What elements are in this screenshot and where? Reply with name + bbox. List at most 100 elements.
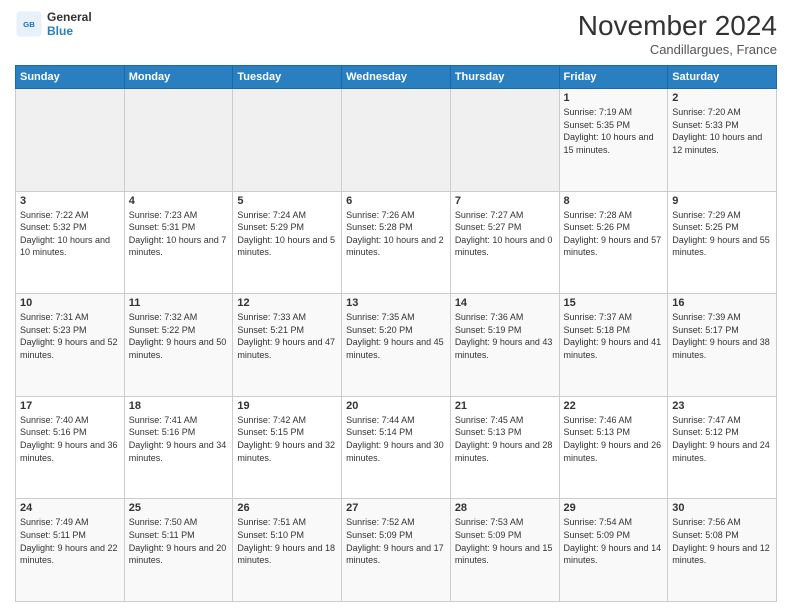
calendar-cell-w3-d3: 13 Sunrise: 7:35 AM Sunset: 5:20 PM Dayli… [342, 294, 451, 397]
day-info: Sunrise: 7:46 AM Sunset: 5:13 PM Dayligh… [564, 414, 664, 464]
day-number: 20 [346, 400, 446, 412]
day-number: 19 [237, 400, 337, 412]
day-number: 1 [564, 92, 664, 104]
header-sunday: Sunday [16, 66, 125, 89]
day-number: 25 [129, 502, 229, 514]
day-info: Sunrise: 7:26 AM Sunset: 5:28 PM Dayligh… [346, 209, 446, 259]
calendar-cell-w4-d1: 18Sunrise: 7:41 AM Sunset: 5:16 PM Dayli… [124, 396, 233, 499]
day-number: 22 [564, 400, 664, 412]
calendar-cell-w2-d5: 8Sunrise: 7:28 AM Sunset: 5:26 PM Daylig… [559, 191, 668, 294]
day-info: Sunrise: 7:19 AM Sunset: 5:35 PM Dayligh… [564, 106, 664, 156]
week-row-1: 1 Sunrise: 7:19 AM Sunset: 5:35 PM Daylig… [16, 89, 777, 192]
calendar-cell-w1-d5: 1 Sunrise: 7:19 AM Sunset: 5:35 PM Daylig… [559, 89, 668, 192]
calendar-cell-w5-d2: 26 Sunrise: 7:51 AM Sunset: 5:10 PM Dayli… [233, 499, 342, 602]
calendar-cell-w5-d5: 29Sunrise: 7:54 AM Sunset: 5:09 PM Dayli… [559, 499, 668, 602]
header-thursday: Thursday [450, 66, 559, 89]
calendar-cell-w5-d6: 30 Sunrise: 7:56 AM Sunset: 5:08 PM Dayli… [668, 499, 777, 602]
day-number: 27 [346, 502, 446, 514]
day-info: Sunrise: 7:45 AM Sunset: 5:13 PM Dayligh… [455, 414, 555, 464]
calendar-cell-w1-d0 [16, 89, 125, 192]
day-number: 5 [237, 195, 337, 207]
calendar-cell-w4-d6: 23Sunrise: 7:47 AM Sunset: 5:12 PM Dayli… [668, 396, 777, 499]
header-wednesday: Wednesday [342, 66, 451, 89]
week-row-4: 17Sunrise: 7:40 AM Sunset: 5:16 PM Dayli… [16, 396, 777, 499]
day-info: Sunrise: 7:56 AM Sunset: 5:08 PM Dayligh… [672, 516, 772, 566]
week-row-3: 10 Sunrise: 7:31 AM Sunset: 5:23 PM Dayli… [16, 294, 777, 397]
day-info: Sunrise: 7:33 AM Sunset: 5:21 PM Dayligh… [237, 311, 337, 361]
calendar-cell-w4-d4: 21Sunrise: 7:45 AM Sunset: 5:13 PM Dayli… [450, 396, 559, 499]
day-number: 2 [672, 92, 772, 104]
calendar-table: Sunday Monday Tuesday Wednesday Thursday… [15, 65, 777, 602]
day-info: Sunrise: 7:20 AM Sunset: 5:33 PM Dayligh… [672, 106, 772, 156]
day-number: 11 [129, 297, 229, 309]
calendar-cell-w3-d0: 10 Sunrise: 7:31 AM Sunset: 5:23 PM Dayli… [16, 294, 125, 397]
calendar-cell-w2-d1: 4 Sunrise: 7:23 AM Sunset: 5:31 PM Daylig… [124, 191, 233, 294]
day-number: 30 [672, 502, 772, 514]
calendar-cell-w5-d0: 24 Sunrise: 7:49 AM Sunset: 5:11 PM Dayli… [16, 499, 125, 602]
day-info: Sunrise: 7:37 AM Sunset: 5:18 PM Dayligh… [564, 311, 664, 361]
header-tuesday: Tuesday [233, 66, 342, 89]
day-info: Sunrise: 7:54 AM Sunset: 5:09 PM Dayligh… [564, 516, 664, 566]
calendar-cell-w5-d3: 27Sunrise: 7:52 AM Sunset: 5:09 PM Dayli… [342, 499, 451, 602]
day-info: Sunrise: 7:40 AM Sunset: 5:16 PM Dayligh… [20, 414, 120, 464]
day-number: 14 [455, 297, 555, 309]
calendar-cell-w1-d4 [450, 89, 559, 192]
day-number: 7 [455, 195, 555, 207]
calendar-cell-w4-d0: 17Sunrise: 7:40 AM Sunset: 5:16 PM Dayli… [16, 396, 125, 499]
day-number: 18 [129, 400, 229, 412]
calendar-cell-w1-d3 [342, 89, 451, 192]
day-info: Sunrise: 7:27 AM Sunset: 5:27 PM Dayligh… [455, 209, 555, 259]
day-number: 4 [129, 195, 229, 207]
day-info: Sunrise: 7:35 AM Sunset: 5:20 PM Dayligh… [346, 311, 446, 361]
day-number: 16 [672, 297, 772, 309]
day-info: Sunrise: 7:53 AM Sunset: 5:09 PM Dayligh… [455, 516, 555, 566]
day-info: Sunrise: 7:42 AM Sunset: 5:15 PM Dayligh… [237, 414, 337, 464]
calendar-cell-w2-d6: 9 Sunrise: 7:29 AM Sunset: 5:25 PM Daylig… [668, 191, 777, 294]
calendar-cell-w3-d2: 12 Sunrise: 7:33 AM Sunset: 5:21 PM Dayli… [233, 294, 342, 397]
day-number: 24 [20, 502, 120, 514]
day-info: Sunrise: 7:44 AM Sunset: 5:14 PM Dayligh… [346, 414, 446, 464]
calendar-cell-w3-d5: 15 Sunrise: 7:37 AM Sunset: 5:18 PM Dayli… [559, 294, 668, 397]
logo: GB General Blue [15, 10, 92, 38]
calendar-cell-w5-d1: 25 Sunrise: 7:50 AM Sunset: 5:11 PM Dayli… [124, 499, 233, 602]
month-title: November 2024 [578, 10, 777, 42]
calendar-cell-w2-d4: 7 Sunrise: 7:27 AM Sunset: 5:27 PM Daylig… [450, 191, 559, 294]
header-monday: Monday [124, 66, 233, 89]
svg-text:GB: GB [23, 20, 35, 29]
logo-icon: GB [15, 10, 43, 38]
calendar-page: GB General Blue November 2024 Candillarg… [0, 0, 792, 612]
day-number: 13 [346, 297, 446, 309]
calendar-cell-w3-d1: 11Sunrise: 7:32 AM Sunset: 5:22 PM Dayli… [124, 294, 233, 397]
day-info: Sunrise: 7:49 AM Sunset: 5:11 PM Dayligh… [20, 516, 120, 566]
weekday-header-row: Sunday Monday Tuesday Wednesday Thursday… [16, 66, 777, 89]
day-info: Sunrise: 7:47 AM Sunset: 5:12 PM Dayligh… [672, 414, 772, 464]
day-info: Sunrise: 7:29 AM Sunset: 5:25 PM Dayligh… [672, 209, 772, 259]
calendar-cell-w2-d2: 5 Sunrise: 7:24 AM Sunset: 5:29 PM Daylig… [233, 191, 342, 294]
day-info: Sunrise: 7:31 AM Sunset: 5:23 PM Dayligh… [20, 311, 120, 361]
day-number: 6 [346, 195, 446, 207]
day-number: 12 [237, 297, 337, 309]
day-number: 26 [237, 502, 337, 514]
day-number: 15 [564, 297, 664, 309]
calendar-cell-w4-d3: 20 Sunrise: 7:44 AM Sunset: 5:14 PM Dayli… [342, 396, 451, 499]
day-info: Sunrise: 7:36 AM Sunset: 5:19 PM Dayligh… [455, 311, 555, 361]
title-block: November 2024 Candillargues, France [578, 10, 777, 57]
day-info: Sunrise: 7:23 AM Sunset: 5:31 PM Dayligh… [129, 209, 229, 259]
calendar-cell-w1-d1 [124, 89, 233, 192]
calendar-cell-w5-d4: 28Sunrise: 7:53 AM Sunset: 5:09 PM Dayli… [450, 499, 559, 602]
calendar-cell-w1-d2 [233, 89, 342, 192]
day-info: Sunrise: 7:39 AM Sunset: 5:17 PM Dayligh… [672, 311, 772, 361]
day-number: 10 [20, 297, 120, 309]
header-saturday: Saturday [668, 66, 777, 89]
day-info: Sunrise: 7:51 AM Sunset: 5:10 PM Dayligh… [237, 516, 337, 566]
day-number: 3 [20, 195, 120, 207]
calendar-cell-w3-d6: 16 Sunrise: 7:39 AM Sunset: 5:17 PM Dayli… [668, 294, 777, 397]
calendar-cell-w3-d4: 14 Sunrise: 7:36 AM Sunset: 5:19 PM Dayli… [450, 294, 559, 397]
calendar-cell-w2-d0: 3Sunrise: 7:22 AM Sunset: 5:32 PM Daylig… [16, 191, 125, 294]
day-number: 9 [672, 195, 772, 207]
location: Candillargues, France [578, 42, 777, 57]
day-info: Sunrise: 7:50 AM Sunset: 5:11 PM Dayligh… [129, 516, 229, 566]
day-info: Sunrise: 7:24 AM Sunset: 5:29 PM Dayligh… [237, 209, 337, 259]
day-info: Sunrise: 7:28 AM Sunset: 5:26 PM Dayligh… [564, 209, 664, 259]
calendar-cell-w4-d5: 22 Sunrise: 7:46 AM Sunset: 5:13 PM Dayli… [559, 396, 668, 499]
